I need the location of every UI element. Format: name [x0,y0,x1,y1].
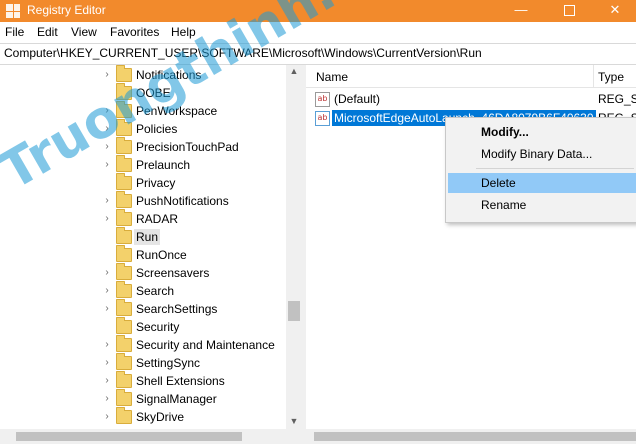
folder-icon [116,155,132,172]
folder-icon [116,281,132,298]
tree-scroll-thumb[interactable] [288,301,300,321]
tree-item-signalmanager[interactable]: › SignalManager [0,389,286,408]
chevron-right-icon[interactable]: › [102,159,112,171]
tree-item-search[interactable]: › Search [0,281,286,300]
folder-open-icon [116,227,132,244]
menu-view[interactable]: View [71,25,97,39]
folder-icon [116,263,132,280]
tree-item-prelaunch[interactable]: › Prelaunch [0,155,286,174]
tree-item-shell-extensions[interactable]: › Shell Extensions [0,371,286,390]
menu-edit[interactable]: Edit [37,25,58,39]
tree-item-run[interactable]: Run [0,227,286,246]
tree-horizontal-scrollbar[interactable] [0,429,302,444]
chevron-right-icon[interactable]: › [102,411,112,423]
context-modify[interactable]: Modify... [448,122,636,142]
address-path[interactable]: Computer\HKEY_CURRENT_USER\SOFTWARE\Micr… [4,46,482,60]
context-separator [476,168,634,169]
tree-item-security[interactable]: Security [0,317,286,336]
maximize-button[interactable] [546,0,592,22]
folder-icon [116,317,132,334]
tree-item-oobe[interactable]: OOBE [0,83,286,102]
folder-icon [116,119,132,136]
chevron-right-icon[interactable]: › [102,303,112,315]
tree-item-policies[interactable]: › Policies [0,119,286,138]
folder-icon [116,371,132,388]
address-bar[interactable]: Computer\HKEY_CURRENT_USER\SOFTWARE\Micr… [0,43,636,65]
tree-item-penworkspace[interactable]: › PenWorkspace [0,101,286,120]
list-horizontal-scrollbar[interactable] [306,429,636,444]
minimize-button[interactable]: — [498,0,544,22]
folder-icon [116,83,132,100]
chevron-right-icon[interactable]: › [102,357,112,369]
folder-icon [116,353,132,370]
chevron-right-icon[interactable]: › [102,69,112,81]
scroll-up-arrow-icon[interactable]: ▲ [286,65,302,77]
registry-editor-icon [6,4,20,18]
list-hscroll-thumb[interactable] [314,432,636,441]
maximize-icon [563,5,575,17]
tree-item-screensavers[interactable]: › Screensavers [0,263,286,282]
tree-item-privacy[interactable]: Privacy [0,173,286,192]
folder-icon [116,407,132,424]
menu-file[interactable]: File [5,25,24,39]
column-name[interactable]: Name [316,70,348,84]
chevron-right-icon[interactable]: › [102,123,112,135]
tree-item-skydrive[interactable]: › SkyDrive [0,407,286,426]
context-rename[interactable]: Rename [448,195,636,215]
window-title: Registry Editor [27,3,106,17]
menu-bar: File Edit View Favorites Help [0,22,636,42]
chevron-right-icon[interactable]: › [102,213,112,225]
folder-icon [116,101,132,118]
column-header: Name Type [306,65,636,88]
chevron-right-icon[interactable]: › [102,267,112,279]
folder-icon [116,137,132,154]
tree-item-security-and-maintenance[interactable]: › Security and Maintenance [0,335,286,354]
folder-icon [116,65,132,82]
chevron-right-icon[interactable]: › [102,141,112,153]
tree-item-pushnotifications[interactable]: › PushNotifications [0,191,286,210]
value-row-default[interactable]: ab (Default) REG_SZ [306,90,636,108]
folder-icon [116,245,132,262]
key-tree[interactable]: › Notifications OOBE › PenWorkspace › Polic… [0,65,302,444]
folder-icon [116,389,132,406]
column-type[interactable]: Type [598,70,624,84]
tree-vertical-scrollbar[interactable]: ▲ ▼ [286,65,302,429]
folder-icon [116,209,132,226]
folder-icon [116,173,132,190]
chevron-right-icon[interactable]: › [102,105,112,117]
context-delete[interactable]: Delete [448,173,636,193]
string-value-icon: ab [315,92,330,107]
folder-icon [116,191,132,208]
chevron-right-icon[interactable]: › [102,339,112,351]
tree-item-runonce[interactable]: RunOnce [0,245,286,264]
menu-favorites[interactable]: Favorites [110,25,159,39]
tree-item-notifications[interactable]: › Notifications [0,65,286,84]
folder-icon [116,299,132,316]
chevron-right-icon[interactable]: › [102,285,112,297]
tree-hscroll-thumb[interactable] [16,432,242,441]
tree-item-precisiontouchpad[interactable]: › PrecisionTouchPad [0,137,286,156]
chevron-right-icon[interactable]: › [102,375,112,387]
menu-help[interactable]: Help [171,25,196,39]
close-button[interactable]: ✕ [592,0,636,22]
tree-item-searchsettings[interactable]: › SearchSettings [0,299,286,318]
tree-item-radar[interactable]: › RADAR [0,209,286,228]
chevron-right-icon[interactable]: › [102,195,112,207]
tree-item-settingsync[interactable]: › SettingSync [0,353,286,372]
context-menu: Modify... Modify Binary Data... Delete R… [445,117,636,223]
chevron-right-icon[interactable]: › [102,393,112,405]
scroll-down-arrow-icon[interactable]: ▼ [286,415,302,427]
context-modify-binary-data[interactable]: Modify Binary Data... [448,144,636,164]
title-bar: Registry Editor — ✕ [0,0,636,22]
folder-icon [116,335,132,352]
string-value-icon: ab [315,111,330,126]
column-separator[interactable] [593,65,594,87]
